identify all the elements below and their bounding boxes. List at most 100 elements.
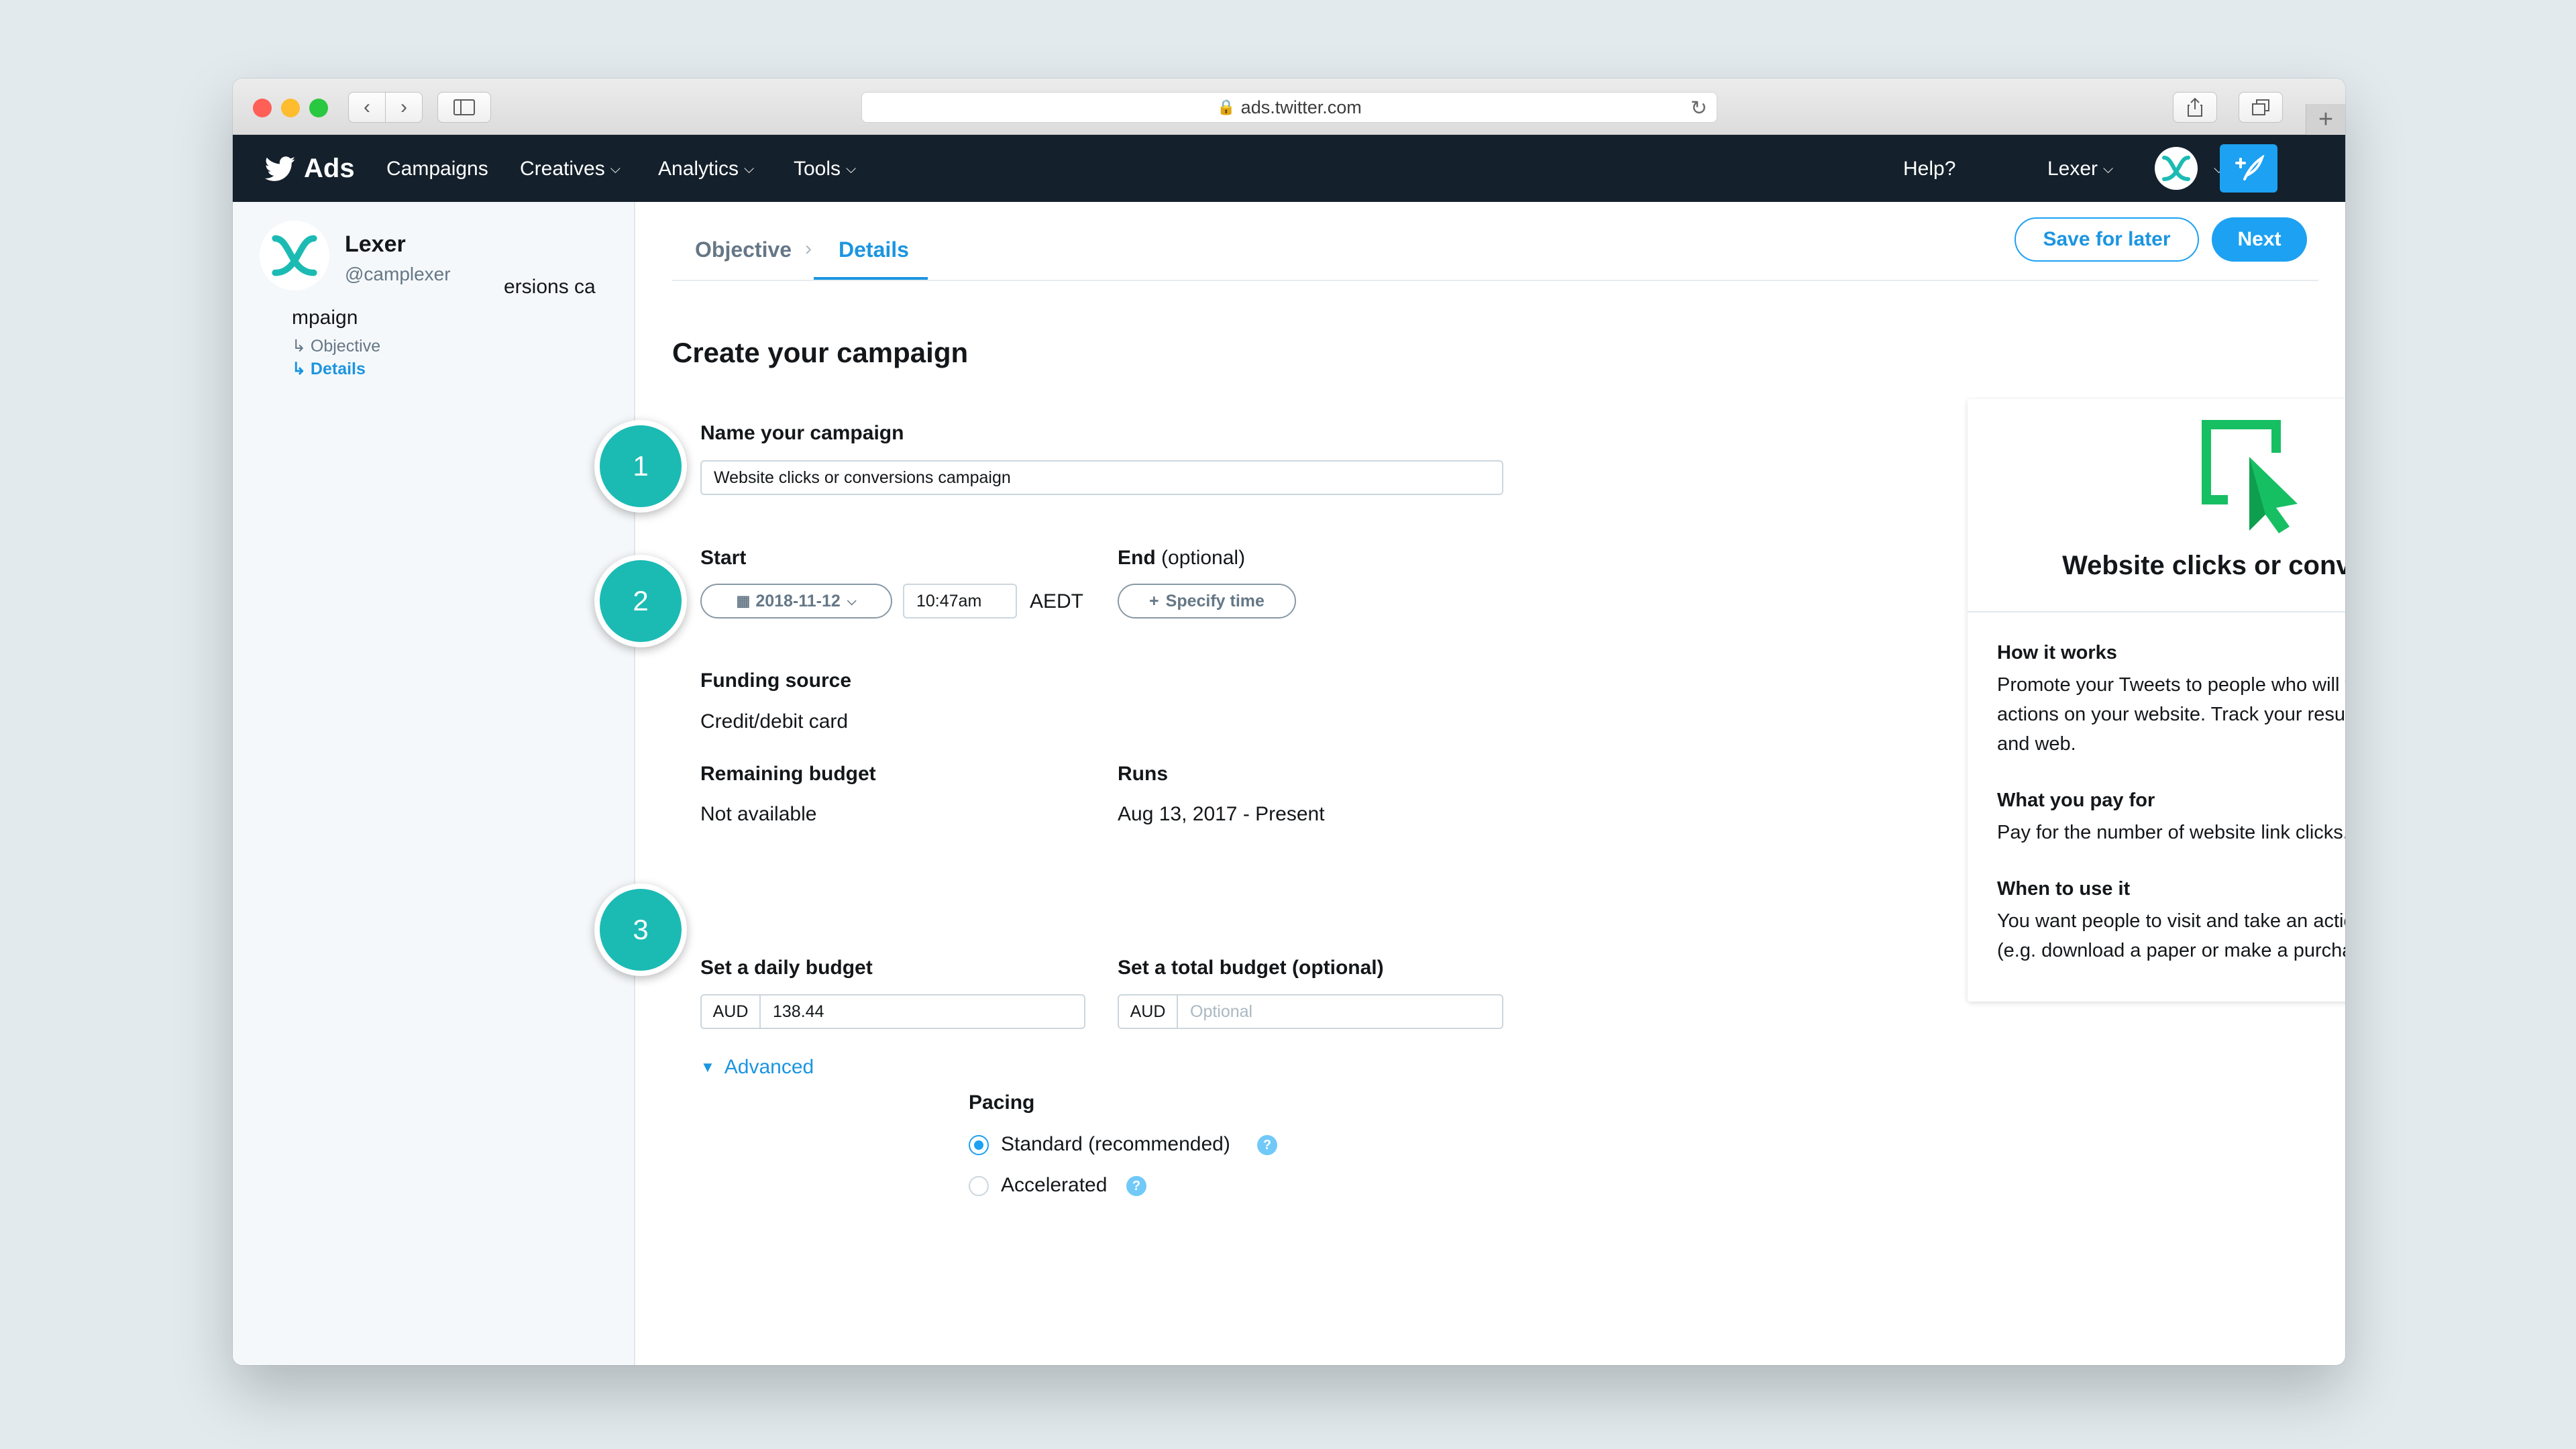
compose-tweet-button[interactable]	[2220, 144, 2277, 193]
url-text: ads.twitter.com	[1240, 97, 1362, 117]
pacing-accelerated-radio[interactable]	[969, 1176, 989, 1196]
start-label: Start	[700, 547, 747, 569]
close-window-button[interactable]	[253, 99, 272, 117]
account-avatar	[260, 221, 329, 290]
start-date-value: 2018-11-12	[755, 591, 841, 610]
save-for-later-button[interactable]: Save for later	[2015, 217, 2199, 262]
divider	[1968, 611, 2345, 612]
lexer-logo-icon	[2162, 156, 2190, 181]
sidebar-item-details[interactable]: ↳ Details	[292, 359, 366, 379]
campaign-name-label: Name your campaign	[700, 422, 904, 444]
user-avatar[interactable]	[2155, 147, 2198, 190]
objective-info-card: Website clicks or conversions How it wor…	[1968, 399, 2345, 1002]
start-time-input[interactable]: 10:47am	[903, 584, 1017, 619]
chevron-down-icon: ⌵	[847, 594, 857, 608]
nav-tools[interactable]: Tools ⌵	[794, 158, 856, 180]
tab-details[interactable]: Details	[839, 237, 909, 262]
tab-overview-button[interactable]	[2239, 92, 2283, 123]
runs-value: Aug 13, 2017 - Present	[1118, 803, 1325, 825]
page-title: Create your campaign	[672, 337, 969, 368]
chevron-right-icon: ›	[400, 96, 407, 118]
chevron-down-icon: ⌵	[610, 162, 621, 176]
chevron-left-icon: ‹	[364, 96, 370, 118]
currency-label: AUD	[1119, 996, 1178, 1028]
advanced-toggle[interactable]: ▼ Advanced	[700, 1056, 814, 1079]
account-name: Lexer	[345, 231, 406, 257]
nav-analytics[interactable]: Analytics ⌵	[658, 158, 754, 180]
ads-home-link[interactable]: Ads	[265, 154, 355, 184]
tab-objective[interactable]: Objective	[695, 237, 792, 262]
campaign-name-input[interactable]: Website clicks or conversions campaign	[700, 460, 1503, 495]
end-label: End (optional)	[1118, 547, 1246, 569]
reload-icon[interactable]: ↻	[1690, 97, 1707, 120]
nav-campaigns[interactable]: Campaigns	[386, 158, 488, 180]
total-budget-placeholder: Optional	[1190, 1002, 1253, 1021]
browser-window: ‹ › 🔒 ads.twitter.com ↻ + Ads Campaigns …	[233, 78, 2345, 1365]
chevron-down-icon: ⌵	[846, 162, 857, 176]
twitter-bird-icon	[265, 156, 296, 181]
step-marker-2: 2	[594, 555, 687, 647]
share-icon	[2188, 97, 2202, 117]
section-heading: What you pay for	[1997, 790, 2155, 811]
account-handle: @camplexer	[345, 264, 451, 284]
step-marker-1: 1	[594, 420, 687, 513]
subitem-arrow-icon: ↳	[292, 337, 311, 356]
specify-end-time-button[interactable]: + Specify time	[1118, 584, 1296, 619]
breadcrumb-chevron-icon: ›	[805, 237, 812, 260]
daily-budget-value: 138.44	[773, 1002, 824, 1021]
currency-label: AUD	[702, 996, 761, 1028]
account-sidebar: Lexer @camplexer ersions ca mpaign ↳ Obj…	[233, 202, 635, 1365]
help-icon[interactable]: ?	[1126, 1176, 1146, 1196]
nav-creatives[interactable]: Creatives ⌵	[520, 158, 621, 180]
daily-budget-input[interactable]: AUD 138.44	[700, 994, 1085, 1029]
funding-source-label: Funding source	[700, 669, 851, 692]
help-icon[interactable]: ?	[1257, 1135, 1277, 1155]
card-title: Website clicks or conversions	[2062, 551, 2345, 580]
compose-feather-icon	[2235, 155, 2265, 180]
start-date-picker[interactable]: ▦ 2018-11-12 ⌵	[700, 584, 892, 619]
share-button[interactable]	[2173, 92, 2217, 123]
pacing-label: Pacing	[969, 1091, 1035, 1114]
pacing-standard-radio[interactable]	[969, 1135, 989, 1155]
total-budget-label: Set a total budget (optional)	[1118, 957, 1384, 979]
subitem-arrow-icon: ↳	[292, 360, 311, 378]
sidebar-toggle-button[interactable]	[437, 92, 491, 123]
funding-source-value: Credit/debit card	[700, 710, 849, 733]
nav-help[interactable]: Help?	[1903, 158, 1955, 180]
campaign-name[interactable]: mpaign	[292, 307, 358, 329]
daily-budget-label: Set a daily budget	[700, 957, 873, 979]
chevron-down-icon: ⌵	[744, 162, 755, 176]
lock-icon: 🔒	[1217, 99, 1236, 115]
calendar-icon: ▦	[736, 592, 751, 609]
top-navigation: Ads Campaigns Creatives ⌵ Analytics ⌵ Tool…	[233, 135, 2345, 202]
triangle-down-icon: ▼	[700, 1059, 715, 1075]
forward-button[interactable]: ›	[385, 92, 423, 123]
chevron-down-icon: ⌵	[2103, 162, 2114, 176]
lexer-logo-icon	[272, 235, 317, 276]
divider	[672, 280, 2318, 281]
step-marker-3: 3	[594, 883, 687, 976]
pacing-accelerated-label[interactable]: Accelerated	[1001, 1174, 1107, 1197]
section-heading: How it works	[1997, 642, 2117, 663]
zoom-window-button[interactable]	[309, 99, 328, 117]
minimize-window-button[interactable]	[281, 99, 300, 117]
back-button[interactable]: ‹	[348, 92, 386, 123]
remaining-budget-value: Not available	[700, 803, 817, 825]
section-body: You want people to visit and take an act…	[1997, 910, 2345, 961]
sidebar-item-objective[interactable]: ↳ Objective	[292, 336, 380, 356]
ads-brand: Ads	[304, 154, 355, 183]
new-tab-button[interactable]: +	[2306, 104, 2345, 135]
plus-icon: +	[1149, 591, 1159, 610]
total-budget-input[interactable]: AUD Optional	[1118, 994, 1503, 1029]
next-button[interactable]: Next	[2212, 217, 2307, 262]
website-click-icon	[2202, 420, 2298, 533]
section-body: Pay for the number of website link click…	[1997, 822, 2345, 843]
remaining-budget-label: Remaining budget	[700, 763, 876, 785]
section-heading: When to use it	[1997, 878, 2131, 900]
tabs-icon	[2252, 99, 2269, 115]
plus-icon: +	[2318, 105, 2334, 133]
account-switcher[interactable]: Lexer ⌵	[2047, 158, 2113, 180]
campaign-name-overflow: ersions ca	[504, 276, 596, 298]
address-bar[interactable]: 🔒 ads.twitter.com ↻	[861, 92, 1717, 123]
pacing-standard-label[interactable]: Standard (recommended)	[1001, 1133, 1230, 1156]
